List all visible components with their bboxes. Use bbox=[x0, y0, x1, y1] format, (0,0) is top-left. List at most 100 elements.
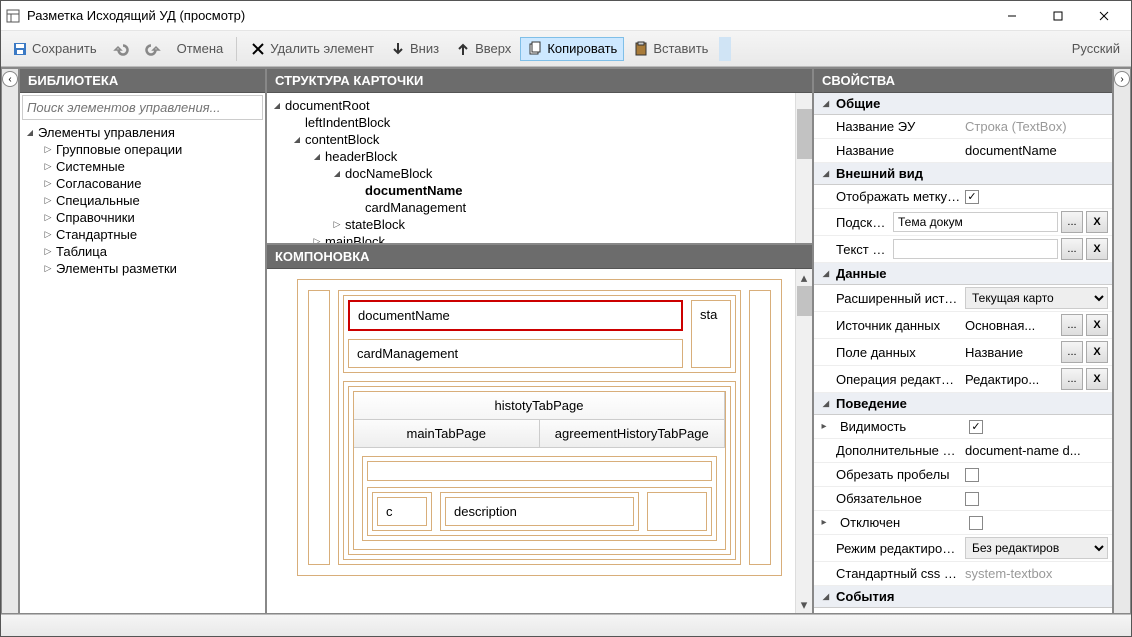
expand-icon[interactable] bbox=[818, 517, 830, 528]
layout-content[interactable]: documentName cardManagement sta histotyT… bbox=[338, 290, 741, 565]
more-button[interactable]: ... bbox=[1061, 238, 1083, 260]
props-section-appearance[interactable]: Внешний вид bbox=[814, 163, 1112, 185]
expand-icon[interactable] bbox=[311, 236, 323, 243]
expand-icon[interactable] bbox=[820, 592, 832, 601]
clear-button[interactable]: X bbox=[1086, 211, 1108, 233]
struct-root[interactable]: documentRoot bbox=[271, 97, 808, 114]
expand-icon[interactable] bbox=[42, 195, 54, 206]
library-search-input[interactable] bbox=[22, 95, 263, 120]
props-section-behavior[interactable]: Поведение bbox=[814, 393, 1112, 415]
layout-col-description[interactable]: description bbox=[445, 497, 634, 526]
more-button[interactable]: ... bbox=[1061, 211, 1083, 233]
more-button[interactable]: ... bbox=[1061, 314, 1083, 336]
editmode-select[interactable]: Без редактиров bbox=[965, 537, 1108, 559]
clear-button[interactable]: X bbox=[1086, 238, 1108, 260]
layout-main-block[interactable]: histotyTabPage mainTabPage agreementHist… bbox=[343, 381, 736, 560]
expand-icon[interactable] bbox=[42, 161, 54, 172]
struct-docname-block[interactable]: docNameBlock bbox=[331, 165, 808, 182]
layout-right-indent[interactable] bbox=[749, 290, 771, 565]
lib-group-7[interactable]: Элементы разметки bbox=[42, 260, 261, 277]
lib-group-5[interactable]: Стандартные bbox=[42, 226, 261, 243]
up-button[interactable]: Вверх bbox=[448, 37, 518, 61]
expand-icon[interactable] bbox=[820, 399, 832, 408]
extended-select[interactable]: Текущая карто bbox=[965, 287, 1108, 309]
props-section-general[interactable]: Общие bbox=[814, 93, 1112, 115]
checkbox[interactable]: ✓ bbox=[965, 190, 979, 204]
layout-tab-inner[interactable]: c description bbox=[362, 456, 717, 541]
layout-row2[interactable]: c description bbox=[367, 487, 712, 536]
struct-header[interactable]: headerBlock bbox=[311, 148, 808, 165]
undo-button[interactable] bbox=[106, 37, 136, 61]
expand-icon[interactable] bbox=[818, 421, 830, 432]
expand-icon[interactable] bbox=[42, 178, 54, 189]
layout-tabs[interactable]: histotyTabPage mainTabPage agreementHist… bbox=[353, 391, 726, 550]
layout-col-right[interactable] bbox=[647, 492, 707, 531]
expand-icon[interactable] bbox=[311, 152, 323, 161]
close-button[interactable] bbox=[1081, 1, 1127, 31]
down-button[interactable]: Вниз bbox=[383, 37, 446, 61]
expand-icon[interactable] bbox=[42, 263, 54, 274]
struct-state[interactable]: stateBlock bbox=[331, 216, 808, 233]
copy-button[interactable]: Копировать bbox=[520, 37, 624, 61]
more-button[interactable]: ... bbox=[1061, 341, 1083, 363]
layout-tabs-wrapper[interactable]: histotyTabPage mainTabPage agreementHist… bbox=[348, 386, 731, 555]
struct-documentname[interactable]: documentName bbox=[351, 182, 808, 199]
language-button[interactable]: Русский bbox=[1065, 37, 1127, 60]
maximize-button[interactable] bbox=[1035, 1, 1081, 31]
clear-button[interactable]: X bbox=[1086, 368, 1108, 390]
clear-button[interactable]: X bbox=[1086, 314, 1108, 336]
expand-icon[interactable] bbox=[331, 169, 343, 178]
layout-tab-main[interactable]: mainTabPage bbox=[354, 420, 540, 447]
checkbox[interactable]: ✓ bbox=[969, 420, 983, 434]
layout-tab-histoty[interactable]: histotyTabPage bbox=[354, 392, 725, 419]
struct-content[interactable]: contentBlock bbox=[291, 131, 808, 148]
struct-cardmanagement[interactable]: cardManagement bbox=[351, 199, 808, 216]
layout-documentname[interactable]: documentName bbox=[348, 300, 683, 331]
save-button[interactable]: Сохранить bbox=[5, 37, 104, 61]
checkbox[interactable] bbox=[969, 516, 983, 530]
library-root-node[interactable]: Элементы управления bbox=[24, 124, 261, 141]
labeltext-input[interactable] bbox=[893, 239, 1058, 259]
expand-icon[interactable] bbox=[42, 229, 54, 240]
layout-tab-agreement[interactable]: agreementHistoryTabPage bbox=[540, 420, 726, 447]
cancel-button[interactable]: Отмена bbox=[170, 37, 231, 60]
checkbox[interactable] bbox=[965, 492, 979, 506]
expand-icon[interactable] bbox=[331, 219, 343, 230]
expand-icon[interactable] bbox=[24, 128, 36, 137]
checkbox[interactable] bbox=[965, 468, 979, 482]
clear-button[interactable]: X bbox=[1086, 341, 1108, 363]
delete-button[interactable]: Удалить элемент bbox=[243, 37, 381, 61]
layout-left-indent[interactable] bbox=[308, 290, 330, 565]
layout-canvas[interactable]: documentName cardManagement sta histotyT… bbox=[267, 269, 812, 613]
layout-scrollbar[interactable]: ▴ ▾ bbox=[795, 269, 812, 613]
more-button[interactable]: ... bbox=[1061, 368, 1083, 390]
expand-icon[interactable] bbox=[820, 99, 832, 108]
lib-group-3[interactable]: Специальные bbox=[42, 192, 261, 209]
right-collapse[interactable]: › bbox=[1113, 68, 1131, 614]
expand-icon[interactable] bbox=[42, 144, 54, 155]
layout-cardmanagement[interactable]: cardManagement bbox=[348, 339, 683, 368]
props-section-data[interactable]: Данные bbox=[814, 263, 1112, 285]
lib-group-2[interactable]: Согласование bbox=[42, 175, 261, 192]
lib-group-1[interactable]: Системные bbox=[42, 158, 261, 175]
lib-group-6[interactable]: Таблица bbox=[42, 243, 261, 260]
layout-state[interactable]: sta bbox=[691, 300, 731, 368]
minimize-button[interactable] bbox=[989, 1, 1035, 31]
expand-icon[interactable] bbox=[42, 246, 54, 257]
expand-icon[interactable] bbox=[820, 169, 832, 178]
layout-col-c[interactable]: c bbox=[377, 497, 427, 526]
expand-icon[interactable] bbox=[820, 269, 832, 278]
left-collapse[interactable]: ‹ bbox=[1, 68, 19, 614]
layout-row1[interactable] bbox=[367, 461, 712, 481]
lib-group-4[interactable]: Справочники bbox=[42, 209, 261, 226]
struct-left-indent[interactable]: leftIndentBlock bbox=[291, 114, 808, 131]
expand-icon[interactable] bbox=[291, 135, 303, 144]
props-section-events[interactable]: События bbox=[814, 586, 1112, 608]
structure-scrollbar[interactable] bbox=[795, 93, 812, 243]
hint-input[interactable] bbox=[893, 212, 1058, 232]
expand-icon[interactable] bbox=[42, 212, 54, 223]
layout-header-block[interactable]: documentName cardManagement sta bbox=[343, 295, 736, 373]
expand-icon[interactable] bbox=[271, 101, 283, 110]
struct-main[interactable]: mainBlock bbox=[311, 233, 808, 243]
lib-group-0[interactable]: Групповые операции bbox=[42, 141, 261, 158]
